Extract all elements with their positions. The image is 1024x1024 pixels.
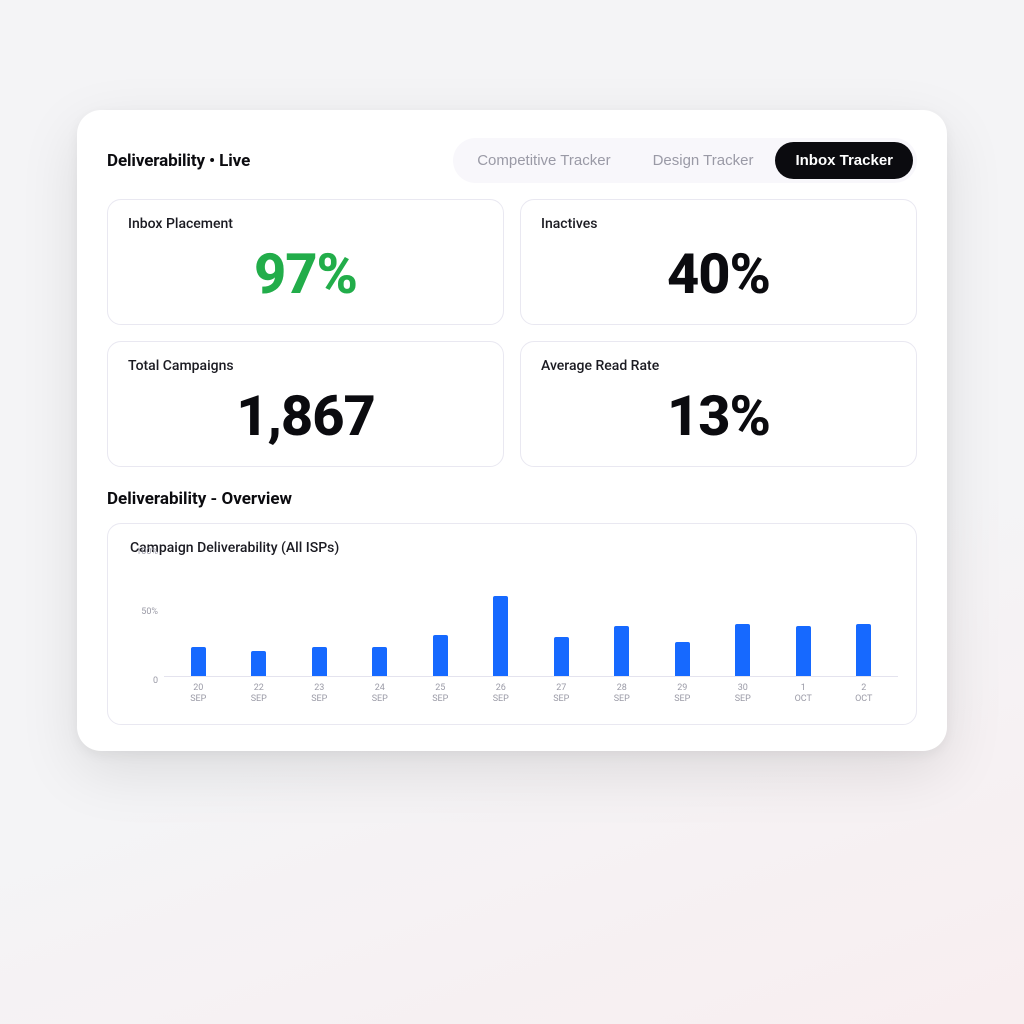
chart-title: Campaign Deliverability (All ISPs) bbox=[130, 540, 898, 556]
section-title: Deliverability • Live bbox=[107, 151, 250, 171]
x-tick: 29SEP bbox=[675, 683, 690, 712]
chart-bar bbox=[856, 624, 871, 677]
stat-label: Inbox Placement bbox=[128, 216, 483, 232]
tracker-tabs: Competitive TrackerDesign TrackerInbox T… bbox=[453, 138, 917, 183]
chart-bar bbox=[433, 635, 448, 676]
dashboard-card: Deliverability • Live Competitive Tracke… bbox=[77, 110, 947, 751]
stat-grid: Inbox Placement 97% Inactives 40% Total Camp… bbox=[107, 199, 917, 467]
stat-value: 1,867 bbox=[236, 388, 375, 444]
chart-bar bbox=[191, 647, 206, 677]
chart-x-axis: 20SEP 22SEP 23SEP 24SEP 25SEP 26SEP 27SEP 28SEP… bbox=[164, 683, 898, 712]
stat-card: Inbox Placement 97% bbox=[107, 199, 504, 325]
stat-value: 97% bbox=[254, 246, 357, 302]
y-tick: 50% bbox=[141, 607, 158, 617]
x-tick: 26SEP bbox=[493, 683, 508, 712]
stat-value: 40% bbox=[667, 246, 770, 302]
chart-bar bbox=[554, 637, 569, 676]
chart-y-axis: 050%100% bbox=[126, 562, 164, 682]
stat-label: Average Read Rate bbox=[541, 358, 896, 374]
chart-plot bbox=[164, 562, 898, 677]
stat-card: Total Campaigns 1,867 bbox=[107, 341, 504, 467]
x-tick: 30SEP bbox=[735, 683, 750, 712]
stat-label: Total Campaigns bbox=[128, 358, 483, 374]
chart-bar bbox=[614, 626, 629, 676]
overview-title: Deliverability - Overview bbox=[107, 489, 917, 509]
chart-bar bbox=[796, 626, 811, 676]
x-tick: 25SEP bbox=[433, 683, 448, 712]
x-tick: 20SEP bbox=[191, 683, 206, 712]
stat-value: 13% bbox=[667, 388, 770, 444]
stat-card: Average Read Rate 13% bbox=[520, 341, 917, 467]
x-tick: 22SEP bbox=[251, 683, 266, 712]
chart-bar bbox=[312, 647, 327, 677]
chart-card: Campaign Deliverability (All ISPs) 050%1… bbox=[107, 523, 917, 725]
x-tick: 28SEP bbox=[614, 683, 629, 712]
chart-bar bbox=[251, 651, 266, 676]
chart-bar bbox=[675, 642, 690, 676]
x-tick: 1OCT bbox=[796, 683, 811, 712]
top-bar: Deliverability • Live Competitive Tracke… bbox=[107, 138, 917, 183]
stat-label: Inactives bbox=[541, 216, 896, 232]
chart-bar bbox=[493, 596, 508, 676]
chart-bar bbox=[372, 647, 387, 677]
x-tick: 2OCT bbox=[856, 683, 871, 712]
tab-inbox-tracker[interactable]: Inbox Tracker bbox=[775, 142, 913, 179]
x-tick: 24SEP bbox=[372, 683, 387, 712]
x-tick: 23SEP bbox=[312, 683, 327, 712]
tab-design-tracker[interactable]: Design Tracker bbox=[633, 142, 774, 179]
x-tick: 27SEP bbox=[554, 683, 569, 712]
tab-competitive-tracker[interactable]: Competitive Tracker bbox=[457, 142, 630, 179]
chart-bar bbox=[735, 624, 750, 677]
chart-area: 050%100% 20SEP22SEP23SEP24SEP25SEP26SEP2… bbox=[126, 562, 898, 712]
y-tick: 100% bbox=[136, 547, 158, 557]
stat-card: Inactives 40% bbox=[520, 199, 917, 325]
y-tick: 0 bbox=[153, 676, 158, 686]
